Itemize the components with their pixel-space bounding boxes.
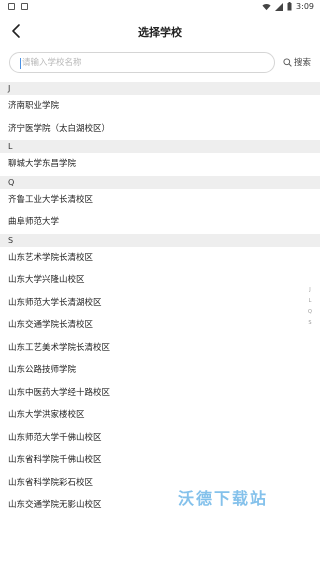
- section-header-q: Q: [0, 175, 320, 189]
- list-item[interactable]: 山东交通学院无影山校区: [0, 494, 320, 517]
- section-header-s: S: [0, 233, 320, 247]
- list-item[interactable]: 聊城大学东昌学院: [0, 153, 320, 176]
- header: 选择学校: [0, 18, 320, 46]
- list-item[interactable]: 山东省科学院彩石校区: [0, 472, 320, 495]
- index-letter-j[interactable]: J: [306, 285, 314, 296]
- list-item[interactable]: 山东大学兴隆山校区: [0, 269, 320, 292]
- list-item[interactable]: 曲阜师范大学: [0, 211, 320, 234]
- search-button[interactable]: 搜索: [283, 56, 311, 68]
- list-item[interactable]: 齐鲁工业大学长清校区: [0, 189, 320, 212]
- list-item[interactable]: 山东艺术学院长清校区: [0, 247, 320, 270]
- list-item[interactable]: 山东省科学院千佛山校区: [0, 449, 320, 472]
- section-header-j: J: [0, 82, 320, 95]
- battery-icon: [287, 2, 292, 11]
- list-item[interactable]: 山东交通学院长清校区: [0, 314, 320, 337]
- page-title: 选择学校: [138, 26, 182, 39]
- watermark: 沃德下载站: [178, 489, 269, 508]
- status-time: 3:09: [296, 2, 314, 11]
- index-letter-l[interactable]: L: [306, 296, 314, 307]
- list-item[interactable]: 山东中医药大学经十路校区: [0, 382, 320, 405]
- search-icon: [283, 57, 292, 67]
- wifi-icon: [262, 3, 271, 10]
- search-box[interactable]: [9, 52, 275, 73]
- list-item[interactable]: 山东师范大学千佛山校区: [0, 427, 320, 450]
- section-header-l: L: [0, 140, 320, 153]
- list-item[interactable]: 济南职业学院: [0, 95, 320, 118]
- list-item[interactable]: 山东工艺美术学院长清校区: [0, 337, 320, 360]
- index-letter-q[interactable]: Q: [306, 307, 314, 318]
- search-input[interactable]: [20, 57, 264, 69]
- list-item[interactable]: 山东公路技师学院: [0, 359, 320, 382]
- alphabet-index[interactable]: J L Q S: [306, 285, 314, 329]
- app-notification-icon: [21, 3, 28, 10]
- school-list: J 济南职业学院 济宁医学院（太白湖校区） L 聊城大学东昌学院 Q 齐鲁工业大…: [0, 82, 320, 517]
- status-bar: 3:09: [0, 0, 320, 14]
- search-bar: 搜索: [0, 52, 320, 74]
- list-item[interactable]: 山东大学洪家楼校区: [0, 404, 320, 427]
- index-letter-s[interactable]: S: [306, 318, 314, 329]
- search-button-label: 搜索: [294, 58, 312, 68]
- list-item[interactable]: 济宁医学院（太白湖校区）: [0, 118, 320, 141]
- notification-icon: [8, 3, 15, 10]
- list-item[interactable]: 山东师范大学长清湖校区: [0, 292, 320, 315]
- signal-icon: [275, 2, 284, 11]
